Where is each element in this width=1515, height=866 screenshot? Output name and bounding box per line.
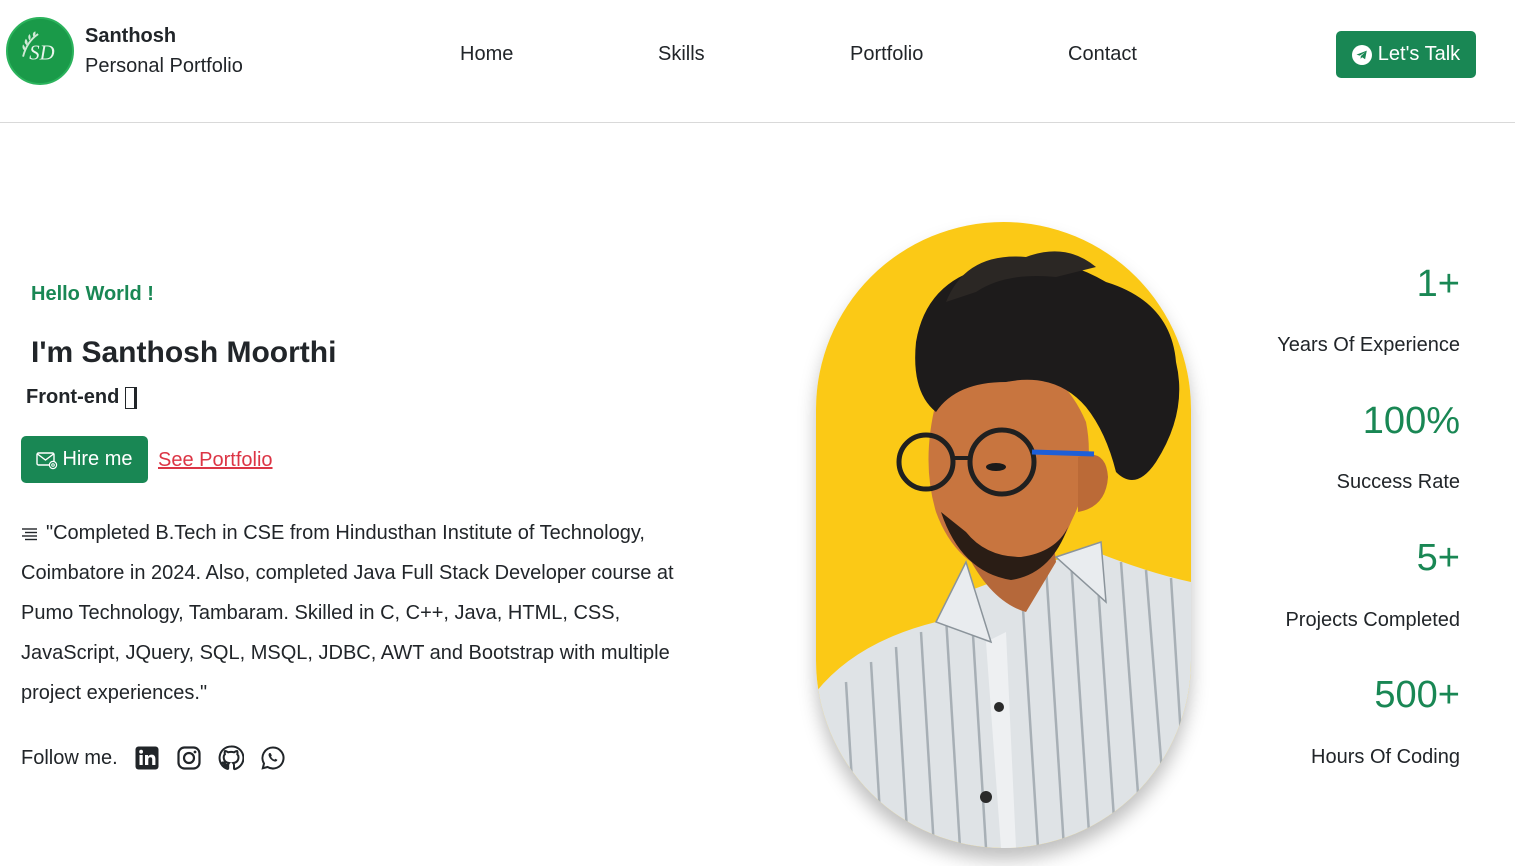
- stat-hours-label: Hours Of Coding: [1311, 746, 1460, 768]
- role-text: Front-end: [26, 386, 120, 408]
- hire-me-button[interactable]: Hire me: [21, 436, 148, 483]
- whatsapp-icon[interactable]: [260, 745, 286, 771]
- stat-experience-label: Years Of Experience: [1277, 334, 1460, 356]
- telegram-icon: [1351, 44, 1372, 65]
- nav-skills[interactable]: Skills: [658, 41, 705, 67]
- stat-projects-label: Projects Completed: [1285, 609, 1460, 631]
- hero-role: Front-end: [26, 386, 138, 409]
- stat-experience-value: 1+: [1416, 263, 1460, 305]
- logo-icon: SD: [6, 17, 74, 85]
- svg-text:SD: SD: [29, 42, 54, 64]
- bio-paragraph: "Completed B.Tech in CSE from Hindusthan…: [21, 513, 691, 713]
- follow-label: Follow me.: [21, 746, 118, 769]
- nav-home[interactable]: Home: [460, 41, 513, 67]
- hero-name: I'm Santhosh Moorthi: [31, 336, 337, 369]
- bio-text: "Completed B.Tech in CSE from Hindusthan…: [21, 522, 674, 704]
- brand[interactable]: SD Santhosh Personal Portfolio: [6, 17, 243, 85]
- stat-success-label: Success Rate: [1336, 471, 1460, 493]
- see-portfolio-link[interactable]: See Portfolio: [158, 449, 273, 472]
- hire-me-label: Hire me: [62, 448, 133, 470]
- brand-name: Santhosh: [85, 25, 177, 47]
- nav-portfolio[interactable]: Portfolio: [850, 41, 923, 67]
- profile-photo: [816, 222, 1191, 848]
- instagram-icon[interactable]: [176, 745, 202, 771]
- follow-section: Follow me.: [21, 745, 286, 771]
- stat-projects-value: 5+: [1416, 537, 1460, 579]
- greeting: Hello World !: [31, 283, 154, 305]
- stat-success-value: 100%: [1362, 400, 1460, 442]
- envelope-at-icon: [36, 450, 58, 470]
- linkedin-icon[interactable]: [134, 745, 160, 771]
- nav-contact[interactable]: Contact: [1068, 41, 1137, 67]
- github-icon[interactable]: [218, 745, 244, 771]
- brand-subtitle: Personal Portfolio: [85, 55, 243, 77]
- stat-hours-value: 500+: [1374, 674, 1460, 716]
- text-paragraph-icon: [22, 528, 37, 540]
- navbar: SD Santhosh Personal Portfolio Home Skil…: [0, 0, 1515, 123]
- lets-talk-label: Let's Talk: [1377, 43, 1461, 65]
- typing-cursor: [125, 386, 138, 409]
- lets-talk-button[interactable]: Let's Talk: [1336, 31, 1476, 78]
